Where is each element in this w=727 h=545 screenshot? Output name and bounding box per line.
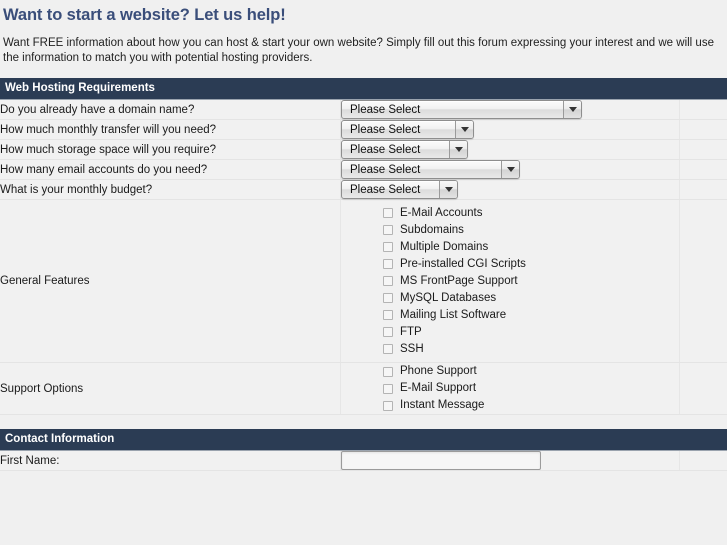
support-option-label-1: E-Mail Support <box>400 382 477 394</box>
list-item[interactable]: MySQL Databases <box>383 290 679 307</box>
spacer-cell <box>679 451 727 471</box>
general-feature-label-1: Subdomains <box>400 223 464 236</box>
general-feature-label-3: Pre-installed CGI Scripts <box>400 257 526 270</box>
spacer-cell <box>679 119 727 140</box>
general-feature-checkbox-5[interactable] <box>383 293 393 303</box>
page-root: Want to start a website? Let us help! Wa… <box>0 0 727 471</box>
label-monthly-budget: What is your monthly budget? <box>0 179 341 200</box>
list-item[interactable]: Pre-installed CGI Scripts <box>383 256 679 273</box>
list-item[interactable]: SSH <box>383 341 679 358</box>
table-row: First Name: <box>0 451 727 471</box>
general-feature-label-4: MS FrontPage Support <box>400 274 518 287</box>
spacer-cell <box>679 179 727 200</box>
label-storage-space: How much storage space will you require? <box>0 139 341 160</box>
table-row: How much monthly transfer will you need?… <box>0 119 727 140</box>
table-row: General Features E-Mail Accounts Subdomai… <box>0 199 727 363</box>
table-row: Support Options Phone Support E-Mail Supp… <box>0 362 727 415</box>
support-option-checkbox-2[interactable] <box>383 400 393 411</box>
field-cell-domain-name: Please Select <box>340 100 680 120</box>
general-feature-checkbox-7[interactable] <box>383 327 393 337</box>
general-feature-checkbox-0[interactable] <box>383 208 393 218</box>
general-feature-label-5: MySQL Databases <box>400 291 497 304</box>
general-feature-checkbox-1[interactable] <box>383 225 393 235</box>
select-email-accounts-value: Please Select <box>350 163 421 176</box>
select-domain-name-value: Please Select <box>350 103 421 116</box>
chevron-down-icon[interactable] <box>439 181 457 198</box>
label-first-name: First Name: <box>0 451 341 471</box>
section-header-web-hosting-requirements: Web Hosting Requirements <box>0 78 727 100</box>
page-title: Want to start a website? Let us help! <box>3 6 286 24</box>
section-header-contact-information: Contact Information <box>0 429 727 451</box>
field-cell-support-options: Phone Support E-Mail Support Instant Messa… <box>340 362 680 415</box>
support-option-label-0: Phone Support <box>400 365 477 377</box>
field-cell-email-accounts: Please Select <box>340 159 680 180</box>
general-feature-checkbox-6[interactable] <box>383 310 393 320</box>
spacer-cell <box>679 100 727 120</box>
select-storage-space-value: Please Select <box>350 143 421 156</box>
table-row: What is your monthly budget? Please Sele… <box>0 179 727 200</box>
general-features-checkbox-group: E-Mail Accounts Subdomains Multiple Domain… <box>341 205 679 358</box>
select-email-accounts[interactable]: Please Select <box>341 160 520 179</box>
general-feature-label-0: E-Mail Accounts <box>400 206 483 219</box>
general-feature-checkbox-4[interactable] <box>383 276 393 286</box>
select-domain-name[interactable]: Please Select <box>341 100 582 119</box>
support-option-checkbox-0[interactable] <box>383 366 393 377</box>
select-monthly-budget-value: Please Select <box>350 183 421 196</box>
chevron-down-icon[interactable] <box>449 141 467 158</box>
general-feature-checkbox-8[interactable] <box>383 344 393 354</box>
label-domain-name: Do you already have a domain name? <box>0 100 341 120</box>
spacer-cell <box>679 159 727 180</box>
chevron-down-icon[interactable] <box>563 101 581 118</box>
select-monthly-transfer-value: Please Select <box>350 123 421 136</box>
list-item[interactable]: E-Mail Support <box>383 380 679 397</box>
label-support-options: Support Options <box>0 362 341 415</box>
select-storage-space[interactable]: Please Select <box>341 140 468 159</box>
general-feature-label-8: SSH <box>400 342 424 355</box>
list-item[interactable]: Phone Support <box>383 363 679 380</box>
field-cell-monthly-budget: Please Select <box>340 179 680 200</box>
chevron-down-icon[interactable] <box>501 161 519 178</box>
contact-information-table: First Name: <box>0 451 727 471</box>
general-feature-checkbox-3[interactable] <box>383 259 393 269</box>
select-monthly-transfer[interactable]: Please Select <box>341 120 474 139</box>
table-row: How much storage space will you require?… <box>0 139 727 160</box>
list-item[interactable]: MS FrontPage Support <box>383 273 679 290</box>
list-item[interactable]: Mailing List Software <box>383 307 679 324</box>
field-cell-storage-space: Please Select <box>340 139 680 160</box>
general-feature-label-2: Multiple Domains <box>400 240 489 253</box>
table-row: How many email accounts do you need? Ple… <box>0 159 727 180</box>
label-general-features: General Features <box>0 199 341 363</box>
list-item[interactable]: Instant Message <box>383 397 679 414</box>
label-email-accounts: How many email accounts do you need? <box>0 159 341 180</box>
chevron-down-icon[interactable] <box>455 121 473 138</box>
support-option-checkbox-1[interactable] <box>383 383 393 394</box>
general-feature-label-7: FTP <box>400 325 422 338</box>
field-cell-general-features: E-Mail Accounts Subdomains Multiple Domain… <box>340 199 680 363</box>
spacer-cell <box>679 139 727 160</box>
field-cell-first-name <box>340 451 680 471</box>
support-options-checkbox-group: Phone Support E-Mail Support Instant Messa… <box>341 363 679 414</box>
first-name-input[interactable] <box>341 451 541 470</box>
list-item[interactable]: FTP <box>383 324 679 341</box>
list-item[interactable]: Subdomains <box>383 222 679 239</box>
label-monthly-transfer: How much monthly transfer will you need? <box>0 119 341 140</box>
support-option-label-2: Instant Message <box>400 399 485 411</box>
select-monthly-budget[interactable]: Please Select <box>341 180 458 199</box>
table-row: Do you already have a domain name? Pleas… <box>0 100 727 120</box>
field-cell-monthly-transfer: Please Select <box>340 119 680 140</box>
list-item[interactable]: Multiple Domains <box>383 239 679 256</box>
list-item[interactable]: E-Mail Accounts <box>383 205 679 222</box>
spacer-cell <box>679 199 727 363</box>
web-hosting-requirements-table: Do you already have a domain name? Pleas… <box>0 100 727 415</box>
general-feature-checkbox-2[interactable] <box>383 242 393 252</box>
spacer-cell <box>679 362 727 415</box>
general-feature-label-6: Mailing List Software <box>400 308 507 321</box>
intro-paragraph: Want FREE information about how you can … <box>3 37 714 64</box>
